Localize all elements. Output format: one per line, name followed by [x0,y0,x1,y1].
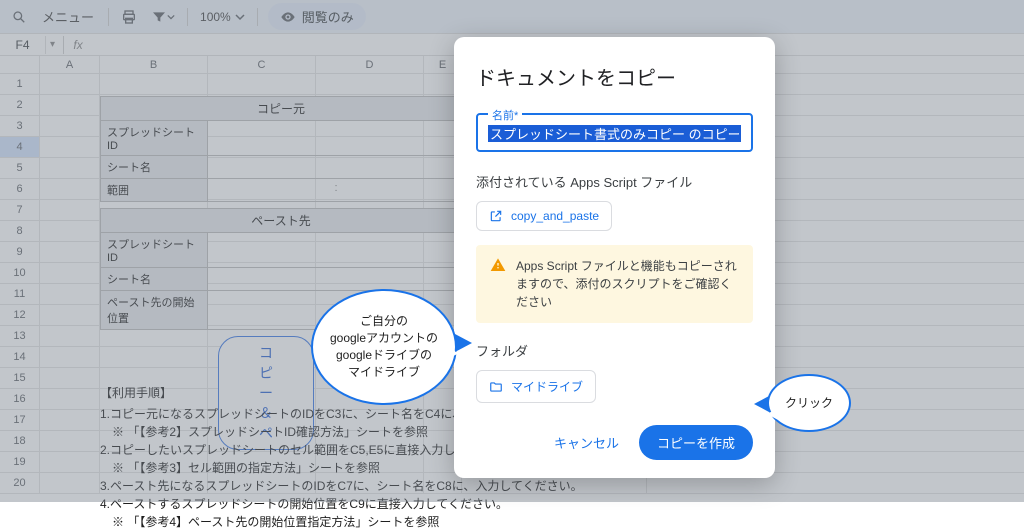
apps-script-label: 添付されている Apps Script ファイル [476,172,753,191]
name-input[interactable] [488,125,741,142]
create-copy-button[interactable]: コピーを作成 [639,425,753,460]
callout-text: ご自分の googleアカウントの googleドライブの マイドライブ [330,313,438,380]
modal-title: ドキュメントをコピー [476,62,753,91]
warning-box: Apps Script ファイルと機能もコピーされますので、添付のスクリプトをご… [476,245,753,323]
callout-mydrive: ご自分の googleアカウントの googleドライブの マイドライブ [311,289,457,405]
script-name: copy_and_paste [511,209,599,223]
callout-text: クリック [785,395,833,412]
usage-line: ※ 「【参考4】ペースト先の開始位置指定方法」シートを参照 [100,513,620,531]
folder-chip[interactable]: マイドライブ [476,370,596,403]
name-field[interactable]: 名前* [476,113,753,152]
open-icon [489,209,503,223]
cancel-button[interactable]: キャンセル [548,425,625,460]
folder-icon [489,380,503,394]
folder-name: マイドライブ [511,378,583,395]
warning-text: Apps Script ファイルと機能もコピーされますので、添付のスクリプトをご… [516,257,739,311]
callout-click: クリック [767,374,851,432]
warning-icon [490,257,506,311]
folder-label: フォルダ [476,341,753,360]
script-chip[interactable]: copy_and_paste [476,201,612,231]
copy-document-modal: ドキュメントをコピー 名前* 添付されている Apps Script ファイル … [454,37,775,478]
field-label: 名前* [488,107,522,123]
